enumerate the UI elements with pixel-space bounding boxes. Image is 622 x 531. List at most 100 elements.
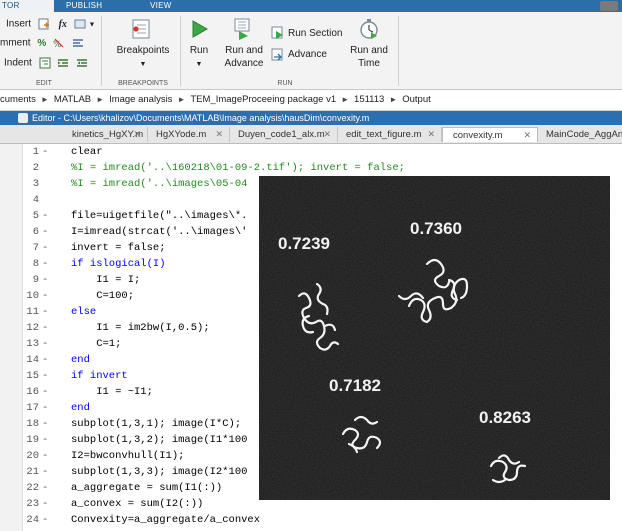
line-number: 8 — [32, 258, 39, 270]
line-marker: - — [42, 354, 49, 366]
breakpoints-dropdown-icon[interactable]: ▼ — [110, 58, 176, 71]
line-marker: - — [42, 242, 49, 254]
dropdown-arrow-icon[interactable]: ▼ — [88, 22, 95, 29]
code-text: if islogical(I) — [71, 258, 166, 270]
run-section-label: RUN — [277, 80, 293, 87]
tab-hgxyode[interactable]: HgXYode.m ✕ — [148, 127, 230, 142]
tab-editor[interactable]: TOR — [0, 0, 54, 12]
tab-edit-text-figure[interactable]: edit_text_figure.m ✕ — [338, 127, 442, 142]
line-number: 23 — [26, 498, 39, 510]
run-icon[interactable] — [188, 18, 210, 40]
run-and-time-icon[interactable] — [358, 17, 380, 41]
run-and-advance-button[interactable]: Run and Advance — [220, 44, 268, 70]
fx-icon[interactable]: fx — [59, 19, 67, 30]
insert-icon[interactable] — [38, 18, 50, 30]
close-icon[interactable]: ✕ — [133, 127, 141, 142]
decrease-indent-icon[interactable] — [76, 57, 88, 69]
run-section-button[interactable]: Run Section — [288, 28, 342, 39]
code-text: C=1; — [71, 338, 122, 350]
comment-icon[interactable]: % — [37, 38, 46, 49]
code-text: a_aggregate = sum(I1(:)) — [71, 482, 223, 494]
wrap-comments-icon[interactable] — [72, 37, 84, 49]
comment-row: mment % % — [0, 37, 84, 53]
close-icon[interactable]: ✕ — [523, 128, 531, 143]
line-number: 11 — [26, 306, 39, 318]
run-and-advance-icon[interactable] — [232, 17, 254, 41]
window-control-icon[interactable] — [600, 1, 618, 11]
code-text: invert = false; — [71, 242, 166, 254]
close-icon[interactable]: ✕ — [427, 127, 435, 142]
chevron-right-icon: ► — [341, 95, 350, 104]
format-icon[interactable] — [74, 18, 86, 30]
line-marker: - — [42, 498, 49, 510]
line-number: 21 — [26, 466, 39, 478]
code-text: %I = imread('..\160218\01-09-2.tif'); in… — [71, 162, 405, 174]
toolstrip-tab-bar: TOR PUBLISH VIEW — [0, 0, 622, 12]
editor-title-bar: Editor - C:\Users\khalizov\Documents\MAT… — [0, 111, 622, 125]
line-marker: - — [42, 402, 49, 414]
run-time-label-1: Run and — [350, 45, 388, 56]
convexity-label: 0.8263 — [479, 408, 531, 427]
insert-label[interactable]: Insert — [6, 19, 31, 30]
line-number: 17 — [26, 402, 39, 414]
run-time-label-2: Time — [358, 58, 380, 69]
indent-label[interactable]: Indent — [4, 58, 32, 69]
advance-button[interactable]: Advance — [288, 49, 327, 60]
tab-maincode-agganalysis[interactable]: MainCode_AggAn — [538, 127, 622, 142]
editor-gutter[interactable] — [0, 144, 23, 531]
line-number: 13 — [26, 338, 39, 350]
line-marker: - — [42, 386, 49, 398]
tab-label: MainCode_AggAn — [546, 129, 622, 140]
code-text: end — [71, 402, 90, 414]
breadcrumb-package[interactable]: TEM_ImageProceeing package v1 — [190, 94, 336, 105]
close-icon[interactable]: ✕ — [323, 127, 331, 142]
tab-kinetics-hgxy[interactable]: kinetics_HgXY.m ✕ — [0, 127, 148, 142]
line-number: 18 — [26, 418, 39, 430]
close-icon[interactable]: ✕ — [215, 127, 223, 142]
breakpoints-section-label: BREAKPOINTS — [118, 80, 168, 87]
line-marker: - — [42, 434, 49, 446]
line-marker: - — [42, 210, 49, 222]
code-text: %I = imread('..\images\05-04 — [71, 178, 248, 190]
run-and-time-button[interactable]: Run and Time — [346, 44, 392, 70]
tab-view[interactable]: VIEW — [150, 0, 172, 12]
code-text: I1 = I; — [71, 274, 141, 286]
code-text: I=imread(strcat('..\images\' — [71, 226, 248, 238]
tab-convexity[interactable]: convexity.m ✕ — [442, 127, 538, 142]
increase-indent-icon[interactable] — [57, 57, 69, 69]
run-section-icon[interactable] — [271, 26, 285, 40]
code-text: I1 = ~I1; — [71, 386, 153, 398]
tab-publish[interactable]: PUBLISH — [66, 0, 102, 12]
chevron-right-icon: ► — [40, 95, 49, 104]
tab-label: HgXYode.m — [156, 129, 207, 140]
line-marker: - — [42, 370, 49, 382]
tab-duyen-code1[interactable]: Duyen_code1_alx.m ✕ — [230, 127, 338, 142]
insert-row: Insert fx ▼ — [6, 18, 95, 34]
breakpoints-button[interactable]: Breakpoints — [110, 44, 176, 57]
line-number: 24 — [26, 514, 39, 526]
breadcrumb-151113[interactable]: 151113 — [354, 94, 384, 105]
advance-icon[interactable] — [271, 48, 285, 62]
breakpoints-icon[interactable] — [131, 18, 153, 40]
line-number: 1 — [32, 146, 39, 158]
run-button[interactable]: Run — [180, 44, 218, 57]
smart-indent-icon[interactable] — [39, 57, 51, 69]
uncomment-icon[interactable]: % — [53, 37, 65, 49]
code-text: file=uigetfile("..\images\*. — [71, 210, 248, 222]
line-number: 22 — [26, 482, 39, 494]
line-number: 19 — [26, 434, 39, 446]
breadcrumb-image-analysis[interactable]: Image analysis — [109, 94, 172, 105]
run-dropdown-icon[interactable]: ▼ — [180, 58, 218, 71]
line-marker: - — [42, 482, 49, 494]
code-text: I2=bwconvhull(I1); — [71, 450, 185, 462]
comment-label[interactable]: mment — [0, 38, 31, 49]
line-number: 3 — [32, 178, 39, 190]
breadcrumb-matlab[interactable]: MATLAB — [54, 94, 91, 105]
chevron-right-icon: ► — [96, 95, 105, 104]
code-text: end — [71, 354, 90, 366]
line-marker: - — [42, 322, 49, 334]
code-text: else — [71, 306, 97, 318]
breadcrumb-documents[interactable]: cuments — [0, 94, 36, 105]
line-marker: - — [42, 514, 49, 526]
breadcrumb-output[interactable]: Output — [402, 94, 431, 105]
